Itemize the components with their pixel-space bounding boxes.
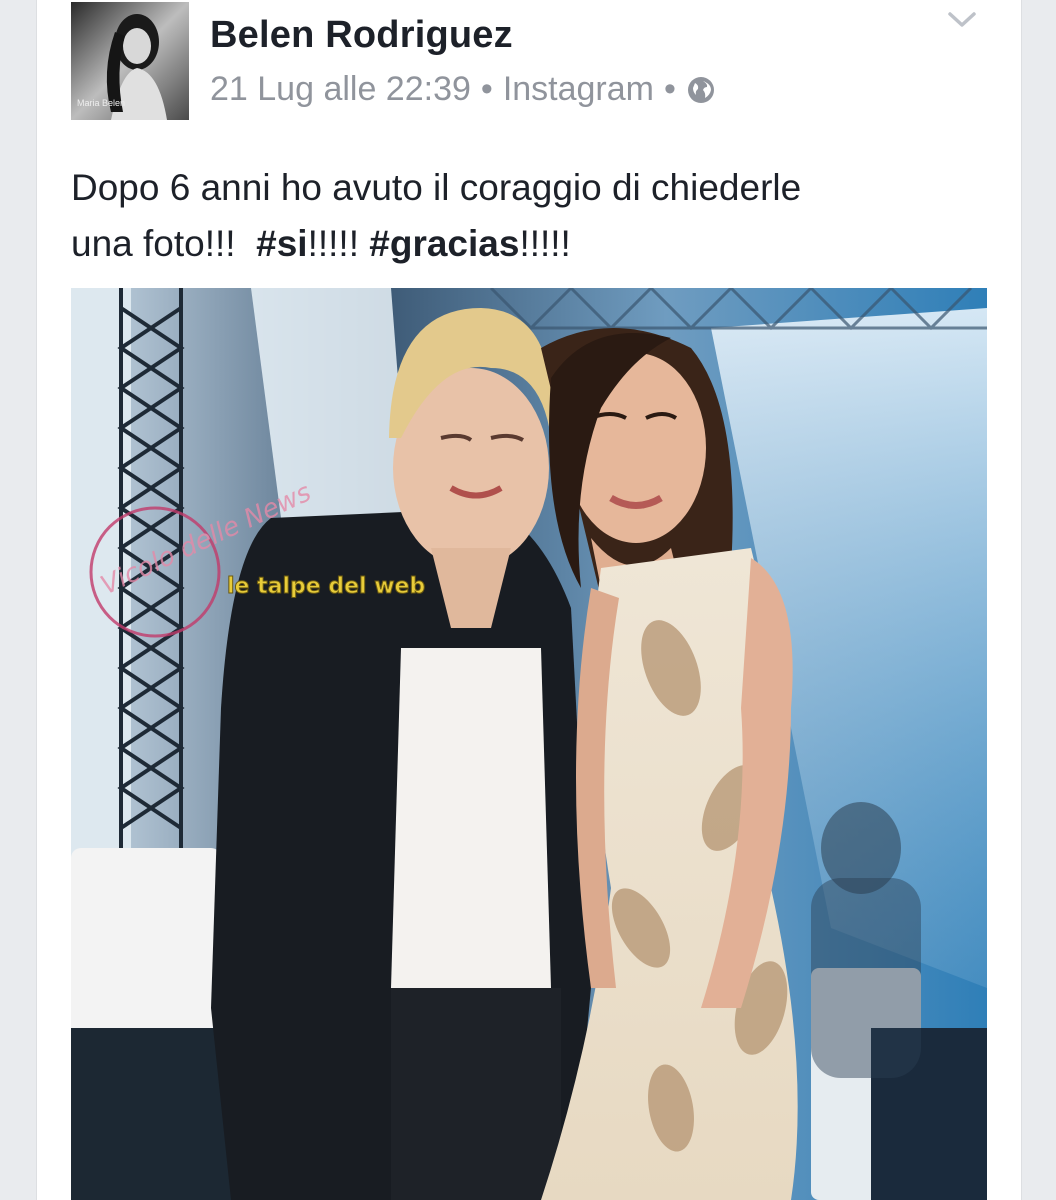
hashtag-link[interactable]: #gracias [369, 223, 519, 264]
meta-separator: • [480, 70, 493, 108]
avatar-caption: Maria Belen [77, 98, 125, 108]
post-timestamp[interactable]: 21 Lug alle 22:39 [210, 70, 471, 109]
chevron-down-icon[interactable] [947, 10, 977, 30]
post-photo[interactable]: Vicolo delle News le talpe del web [71, 288, 987, 1200]
watermark-center: le talpe del web [227, 574, 425, 599]
avatar-image: Maria Belen [71, 2, 189, 120]
post-meta: 21 Lug alle 22:39 • Instagram • [210, 70, 716, 109]
post-message-text: !!!!! [519, 223, 571, 264]
post-message: Dopo 6 anni ho avuto il coraggio di chie… [71, 160, 991, 272]
hashtag-link[interactable]: #si [256, 223, 307, 264]
post-message-line2: una foto!!! #si!!!!! #gracias!!!!! [71, 216, 991, 272]
globe-icon[interactable] [686, 75, 716, 105]
post-message-text: una foto!!! [71, 223, 257, 264]
post-message-text: !!!!! [307, 223, 370, 264]
avatar[interactable]: Maria Belen [71, 2, 189, 120]
post-card: Maria Belen Belen Rodriguez 21 Lug alle … [36, 0, 1022, 1200]
post-author-name[interactable]: Belen Rodriguez [210, 14, 513, 57]
post-photo-image: Vicolo delle News le talpe del web [71, 288, 987, 1200]
post-source[interactable]: Instagram [503, 70, 654, 109]
post-message-line1: Dopo 6 anni ho avuto il coraggio di chie… [71, 167, 802, 208]
meta-separator: • [664, 70, 676, 108]
